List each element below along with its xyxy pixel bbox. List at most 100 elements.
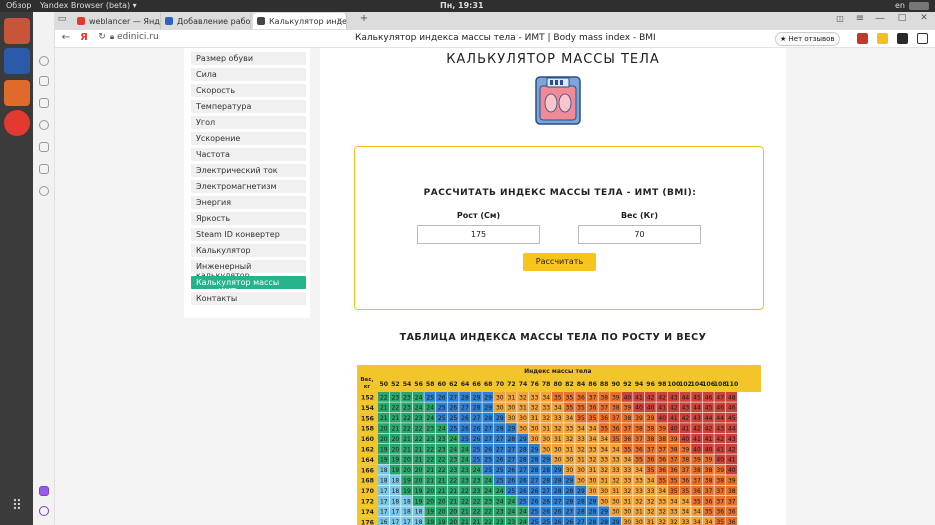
bmi-cell-value: 21: [380, 405, 388, 412]
bmi-cell-value: 43: [670, 394, 678, 401]
media-icon[interactable]: [39, 186, 49, 196]
bmi-cell-value: 19: [403, 478, 411, 485]
reader-icon[interactable]: [897, 33, 908, 44]
minimize-icon[interactable]: —: [873, 13, 887, 24]
bmi-cell-value: 26: [484, 446, 492, 453]
menu-item[interactable]: Электрический ток: [191, 164, 306, 177]
app-menu[interactable]: Yandex Browser (beta) ▾: [40, 1, 137, 10]
apps-grid-icon[interactable]: [39, 76, 49, 86]
menu-item[interactable]: Steam ID конвертер: [191, 228, 306, 241]
notifications-icon[interactable]: [39, 98, 49, 108]
menu-item[interactable]: Сила: [191, 68, 306, 81]
downloads-icon[interactable]: [39, 164, 49, 174]
os-top-bar: Обзор Yandex Browser (beta) ▾ Пн, 19:31 …: [0, 0, 935, 12]
bmi-cell-value: 23: [450, 457, 458, 464]
bmi-cell-value: 44: [716, 415, 724, 422]
bmi-cell-value: 38: [728, 488, 736, 495]
bmi-cell-value: 36: [658, 457, 666, 464]
tab-bmi-calculator[interactable]: Калькулятор индекса м ✕: [253, 13, 347, 29]
activities-label[interactable]: Обзор: [6, 1, 31, 10]
software-center-icon[interactable]: [4, 80, 30, 106]
bmi-cell-value: 28: [566, 488, 574, 495]
bmi-cell-value: 24: [496, 498, 504, 505]
weight-input[interactable]: 70: [578, 225, 701, 244]
maximize-icon[interactable]: □: [895, 13, 909, 23]
menu-item[interactable]: Инженерный калькулятор: [191, 260, 306, 280]
bmi-cell-value: 30: [531, 426, 539, 433]
bmi-cell-value: 22: [484, 509, 492, 516]
bmi-cell-value: 35: [635, 457, 643, 464]
bmi-cell-value: 30: [566, 457, 574, 464]
menu-item[interactable]: Контакты: [191, 292, 306, 305]
menu-item[interactable]: Угол: [191, 116, 306, 129]
bmi-cell-value: 34: [577, 426, 585, 433]
menu-item[interactable]: Калькулятор: [191, 244, 306, 257]
bmi-cell-value: 37: [635, 436, 643, 443]
bmi-cell-value: 36: [577, 394, 585, 401]
close-window-icon[interactable]: ✕: [917, 13, 931, 23]
bmi-cell-value: 35: [577, 415, 585, 422]
language-indicator[interactable]: en: [895, 1, 905, 10]
bmi-cell-value: 33: [531, 394, 539, 401]
bmi-cell-value: 36: [693, 488, 701, 495]
writer-icon[interactable]: [4, 48, 30, 74]
bmi-cell-value: 19: [380, 457, 388, 464]
bmi-cell-value: 22: [473, 498, 481, 505]
bmi-cell-value: 23: [473, 488, 481, 495]
menu-icon[interactable]: ≡: [853, 13, 867, 24]
bmi-cell-value: 20: [380, 426, 388, 433]
menu-item[interactable]: Яркость: [191, 212, 306, 225]
menu-item[interactable]: Калькулятор массы тела ИМТ: [191, 276, 306, 296]
bmi-cell-value: 28: [519, 457, 527, 464]
height-input[interactable]: 175: [417, 225, 540, 244]
system-tray-icons[interactable]: [909, 2, 929, 10]
close-tab-icon[interactable]: ✕: [336, 16, 343, 25]
bmi-cell-value: 30: [635, 519, 643, 525]
weight-header: 64: [461, 381, 470, 388]
tab-weblancer[interactable]: weblancer — Яндекс:наш: [73, 13, 161, 29]
tab-add-work[interactable]: Добавление работы в по: [161, 13, 251, 29]
menu-item[interactable]: Размер обуви: [191, 52, 306, 65]
menu-item[interactable]: Ускорение: [191, 132, 306, 145]
menu-item[interactable]: Электромагнетизм: [191, 180, 306, 193]
menu-item[interactable]: Скорость: [191, 84, 306, 97]
tabs-menu-icon[interactable]: ▭: [55, 14, 69, 24]
assistant-icon[interactable]: [39, 506, 49, 516]
bookmarks-icon[interactable]: [39, 142, 49, 152]
extension-icon[interactable]: [857, 33, 868, 44]
back-icon[interactable]: ←: [59, 32, 73, 43]
files-icon[interactable]: [4, 18, 30, 44]
show-apps-icon[interactable]: ⠿: [4, 498, 30, 524]
alice-icon[interactable]: [39, 486, 49, 496]
bmi-table: Индекс массы телаВес, кг 50 52 54 56 58 60 62 64 6…: [357, 365, 761, 525]
bmi-cell-value: 30: [542, 436, 550, 443]
bmi-cell-value: 38: [635, 426, 643, 433]
yandex-browser-icon[interactable]: [4, 110, 30, 136]
menu-item[interactable]: Энергия: [191, 196, 306, 209]
history-icon[interactable]: [39, 120, 49, 130]
weight-header: 96: [646, 381, 655, 388]
profile-icon[interactable]: [39, 56, 49, 66]
bmi-cell-value: 24: [473, 467, 481, 474]
bmi-cell-value: 24: [450, 446, 458, 453]
yandex-logo-icon[interactable]: Я: [77, 32, 91, 43]
bmi-cell-value: 20: [415, 478, 423, 485]
reviews-badge[interactable]: ★ Нет отзывов: [775, 32, 840, 46]
bmi-cell-value: 44: [693, 405, 701, 412]
bmi-cell-value: 38: [670, 446, 678, 453]
bookmark-manager-icon[interactable]: ◫: [833, 14, 847, 23]
bmi-cell-value: 31: [647, 519, 655, 525]
menu-item[interactable]: Температура: [191, 100, 306, 113]
clock[interactable]: Пн, 19:31: [440, 1, 484, 10]
battery-saver-icon[interactable]: [877, 33, 888, 44]
bmi-cell-value: 42: [716, 436, 724, 443]
bmi-cell-value: 41: [635, 394, 643, 401]
bmi-cell-value: 40: [670, 426, 678, 433]
bmi-cell-value: 28: [473, 405, 481, 412]
bmi-cell-value: 20: [450, 519, 458, 525]
new-tab-icon[interactable]: +: [357, 13, 371, 24]
calculate-button[interactable]: Рассчитать: [523, 253, 596, 271]
menu-item[interactable]: Частота: [191, 148, 306, 161]
share-icon[interactable]: [917, 33, 928, 44]
url-text[interactable]: edinici.ru: [117, 32, 159, 42]
